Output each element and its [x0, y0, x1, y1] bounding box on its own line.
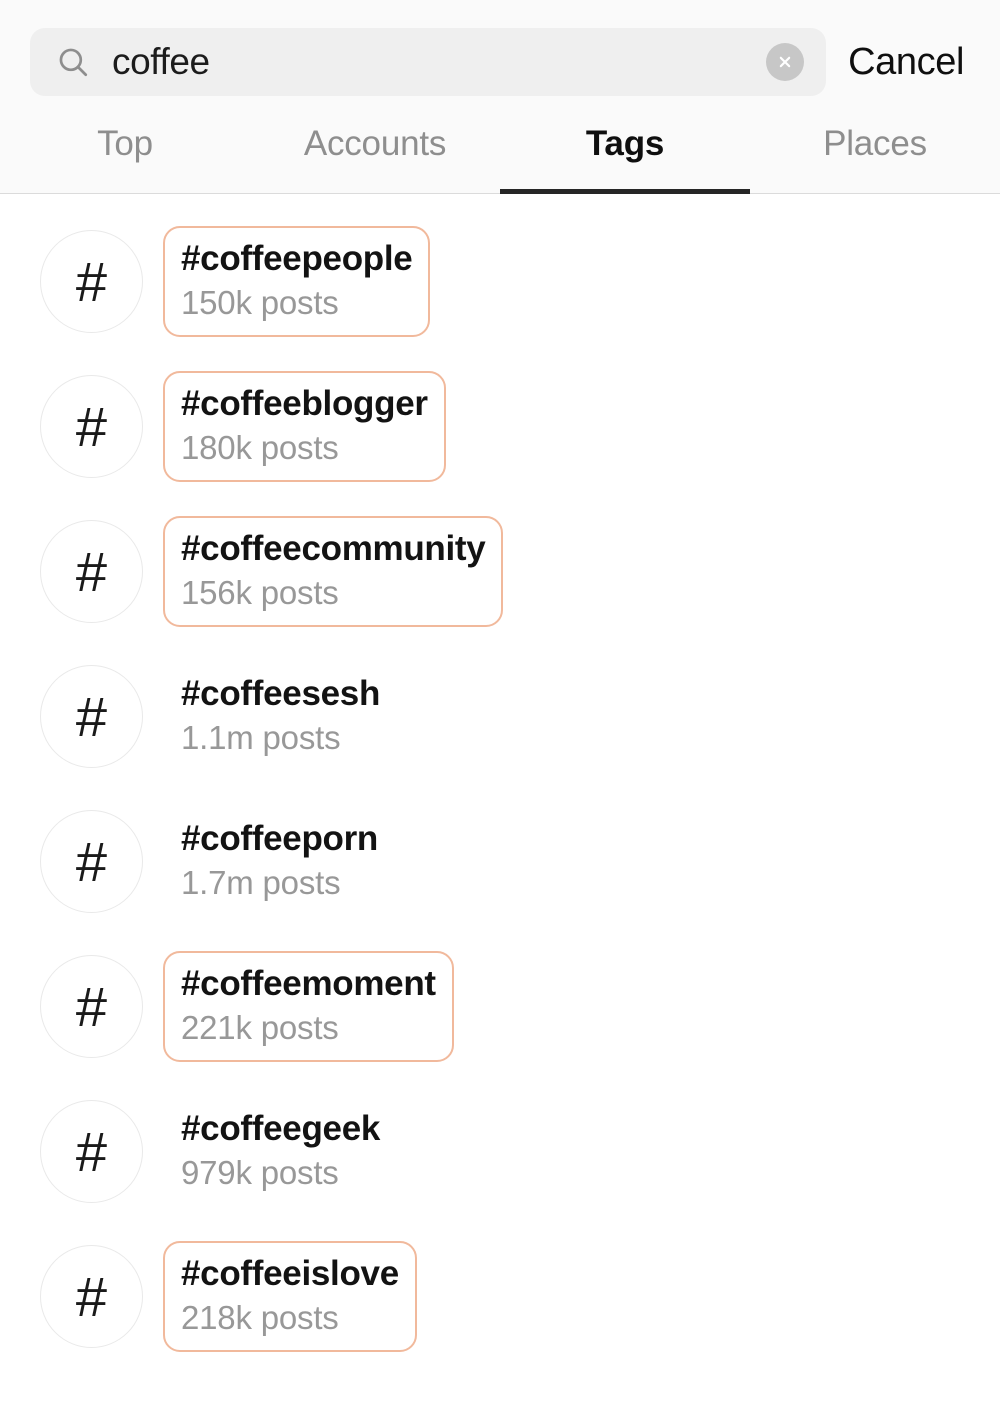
tag-info-highlighted: #coffeeblogger 180k posts — [163, 371, 446, 482]
tag-result-row[interactable]: # #coffeeislove 218k posts — [0, 1224, 1000, 1369]
tag-results-list: # #coffeepeople 150k posts # #coffeeblogger 1… — [0, 194, 1000, 1412]
tag-name: #coffeecommunity — [181, 529, 486, 569]
hashtag-icon: # — [40, 520, 143, 623]
hashtag-icon: # — [40, 1245, 143, 1348]
tag-result-row[interactable]: # #coffeeblogger 180k posts — [0, 354, 1000, 499]
tag-post-count: 221k posts — [181, 1009, 339, 1047]
tab-accounts[interactable]: Accounts — [250, 118, 500, 193]
search-icon — [56, 45, 90, 79]
tag-info-highlighted: #coffeemoment 221k posts — [163, 951, 454, 1062]
cancel-button[interactable]: Cancel — [848, 41, 970, 84]
tag-info-highlighted: #coffeepeople 150k posts — [163, 226, 431, 337]
tag-name: #coffeeislove — [181, 1254, 399, 1294]
tag-info: #coffeeporn 1.7m posts — [163, 806, 396, 916]
tag-name: #coffeegeek — [181, 1109, 381, 1149]
tag-post-count: 156k posts — [181, 574, 339, 612]
search-tab-bar: Top Accounts Tags Places — [0, 118, 1000, 194]
tag-post-count: 218k posts — [181, 1299, 339, 1337]
hashtag-icon: # — [40, 955, 143, 1058]
tag-result-row[interactable]: # #coffeegeek 979k posts — [0, 1079, 1000, 1224]
tag-post-count: 150k posts — [181, 284, 339, 322]
tag-name: #coffeeblogger — [181, 384, 428, 424]
tag-result-row[interactable]: # #coffeepeople 150k posts — [0, 209, 1000, 354]
tab-places[interactable]: Places — [750, 118, 1000, 193]
hashtag-icon: # — [40, 1100, 143, 1203]
tag-info: #coffeesesh 1.1m posts — [163, 661, 398, 771]
search-results-screen: Cancel Top Accounts Tags Places ##coffee… — [0, 0, 1000, 1412]
hashtag-icon: # — [40, 810, 143, 913]
search-header: Cancel Top Accounts Tags Places — [0, 0, 1000, 194]
tag-post-count: 1.1m posts — [181, 719, 341, 757]
tag-post-count: 1.7m posts — [181, 864, 341, 902]
tag-name: #coffeesesh — [181, 674, 381, 714]
tag-result-row[interactable]: # #coffeecommunity 156k posts — [0, 499, 1000, 644]
tag-result-row[interactable]: # #coffeesesh 1.1m posts — [0, 644, 1000, 789]
clear-search-icon[interactable] — [766, 43, 805, 81]
search-bar-row: Cancel — [0, 0, 1000, 118]
hashtag-icon: # — [40, 375, 143, 478]
tag-post-count: 979k posts — [181, 1154, 339, 1192]
tag-name: #coffeepeople — [181, 239, 413, 279]
tag-post-count: 180k posts — [181, 429, 339, 467]
hashtag-icon: # — [40, 665, 143, 768]
tag-name: #coffeeporn — [181, 819, 379, 859]
hashtag-icon: # — [40, 230, 143, 333]
tab-tags[interactable]: Tags — [500, 118, 750, 194]
tab-top[interactable]: Top — [0, 118, 250, 193]
search-input[interactable] — [112, 28, 767, 96]
tag-info-highlighted: #coffeeislove 218k posts — [163, 1241, 417, 1352]
tag-result-row[interactable]: # #coffeemoment 221k posts — [0, 934, 1000, 1079]
tag-name: #coffeemoment — [181, 964, 436, 1004]
search-field[interactable] — [30, 28, 827, 96]
tag-result-row[interactable]: # #coffeeporn 1.7m posts — [0, 789, 1000, 934]
tag-info-highlighted: #coffeecommunity 156k posts — [163, 516, 504, 627]
tag-info: #coffeegeek 979k posts — [163, 1096, 398, 1206]
